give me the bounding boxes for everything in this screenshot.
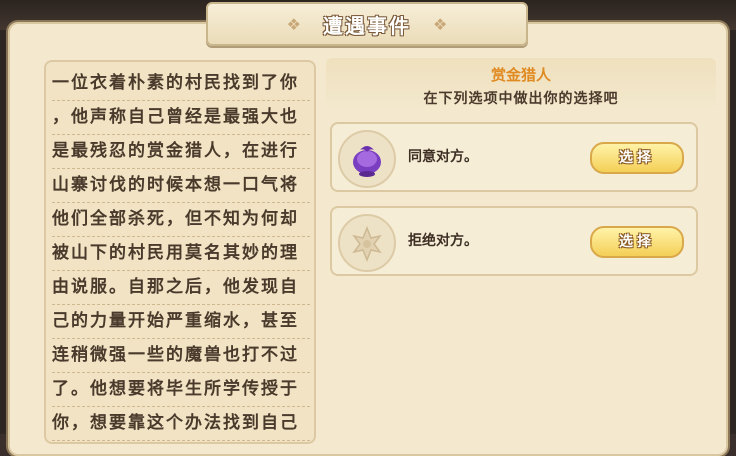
dialog-title: 遭遇事件 [323,13,411,38]
story-line: 山寨讨伐的时候本想一口气将 [52,168,310,203]
story-line: 你，想要靠这个办法找到自己 [52,406,310,441]
story-line: 是最残忍的赏金猎人，在进行 [52,134,310,169]
right-ornament-icon: ❖ [433,14,448,34]
event-header: 赏金猎人 在下列选项中做出你的选择吧 [326,58,716,114]
story-line: 由说服。自那之后，他发现自 [52,270,310,305]
dialog-title-plate: ❖ 遭遇事件 ❖ [206,2,528,46]
choose-button[interactable]: 选择 [590,142,684,174]
story-line: 被山下的村民用莫名其妙的理 [52,236,310,271]
option-text: 同意对方。 [408,149,478,165]
purple-orb-icon [338,130,396,188]
story-line: 连稍微强一些的魔兽也打不过 [52,338,310,373]
option-refuse[interactable]: 拒绝对方。 选择 [330,206,698,276]
left-ornament-icon: ❖ [286,14,301,34]
story-panel[interactable]: 一位衣着朴素的村民找到了你 ，他声称自己曾经是最强大也 是最残忍的赏金猎人，在进… [44,60,316,444]
option-text: 拒绝对方。 [408,233,478,249]
story-line: 他们全部杀死，但不知为何却 [52,202,310,237]
event-prompt: 在下列选项中做出你的选择吧 [423,91,619,107]
story-line: 了。他想要将毕生所学传授于 [52,372,310,407]
event-name: 赏金猎人 [490,66,551,84]
story-line: ，他声称自己曾经是最强大也 [52,100,310,135]
story-line: 己的力量开始严重缩水，甚至 [52,304,310,339]
option-agree[interactable]: 同意对方。 选择 [330,122,698,192]
emblem-icon [338,214,396,272]
choose-button[interactable]: 选择 [590,226,684,258]
story-line: 一位衣着朴素的村民找到了你 [52,66,310,101]
